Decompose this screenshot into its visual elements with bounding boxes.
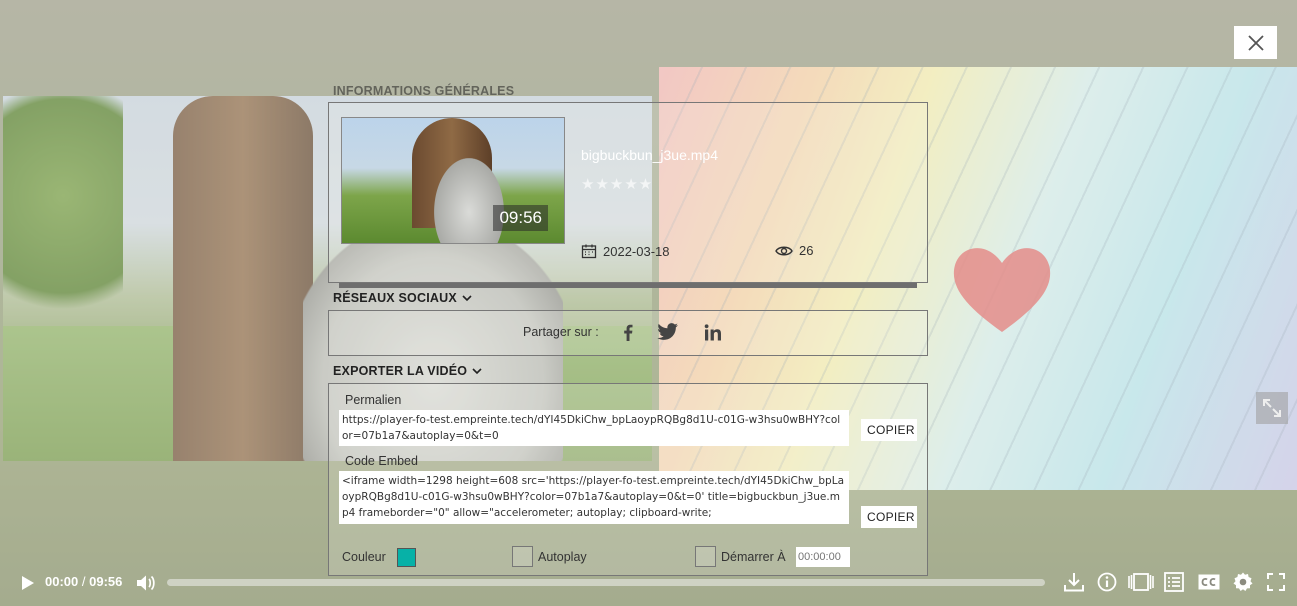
calendar-icon — [581, 244, 597, 259]
subtitles-icon — [1198, 574, 1220, 590]
twitter-icon — [657, 323, 678, 340]
permalink-label: Permalien — [345, 393, 402, 407]
settings-button[interactable] — [1231, 570, 1255, 594]
share-label: Partager sur : — [523, 325, 599, 339]
close-icon — [1247, 34, 1264, 51]
fullscreen-icon — [1267, 573, 1285, 591]
social-box: Partager sur : — [328, 310, 928, 356]
permalink-field[interactable]: https://player-fo-test.empreinte.tech/dY… — [339, 410, 849, 446]
export-box: Permalien https://player-fo-test.emprein… — [328, 383, 928, 576]
expand-icon — [1263, 399, 1281, 417]
views-meta: 26 — [775, 243, 813, 258]
facebook-icon — [624, 324, 633, 341]
info-icon — [1097, 572, 1117, 592]
chapters-button[interactable] — [1127, 570, 1155, 594]
total-time: 09:56 — [89, 574, 123, 589]
chevron-down-icon — [462, 294, 472, 301]
info-box: 09:56 bigbuckbun_j3ue.mp4 ★★★★★ 2022-03-… — [328, 102, 928, 288]
chapters-icon — [1128, 573, 1154, 591]
date-meta: 2022-03-18 — [581, 243, 670, 259]
social-section-title[interactable]: RÉSEAUX SOCIAUX — [333, 291, 472, 305]
play-button[interactable] — [18, 572, 38, 594]
export-section-title[interactable]: EXPORTER LA VIDÉO — [333, 364, 482, 378]
video-thumbnail[interactable]: 09:56 — [341, 117, 565, 244]
info-panel: INFORMATIONS GÉNÉRALES 09:56 bigbuckbun_… — [328, 82, 928, 576]
volume-button[interactable] — [135, 572, 157, 594]
duration-badge: 09:56 — [493, 205, 548, 231]
embed-code-field[interactable]: <iframe width=1298 height=608 src='https… — [339, 471, 849, 524]
close-button[interactable] — [1234, 26, 1277, 59]
info-section-title[interactable]: INFORMATIONS GÉNÉRALES — [333, 84, 514, 98]
download-icon — [1064, 573, 1084, 592]
copy-permalink-button[interactable]: COPIER — [861, 419, 917, 441]
current-time: 00:00 — [45, 574, 79, 589]
chevron-down-icon — [472, 367, 482, 374]
play-icon — [22, 576, 34, 590]
expand-button[interactable] — [1256, 392, 1288, 424]
linkedin-share-button[interactable] — [702, 321, 724, 343]
embed-label: Code Embed — [345, 454, 418, 468]
rating-progress-bar — [339, 283, 917, 288]
fullscreen-button[interactable] — [1265, 570, 1287, 594]
rating-stars[interactable]: ★★★★★ — [581, 175, 653, 193]
seek-bar[interactable] — [167, 579, 1045, 586]
playlist-icon — [1164, 572, 1184, 592]
twitter-share-button[interactable] — [657, 321, 679, 343]
video-filename: bigbuckbun_j3ue.mp4 — [581, 147, 718, 163]
eye-icon — [775, 246, 793, 255]
settings-icon — [1233, 572, 1253, 591]
linkedin-icon — [704, 323, 721, 340]
time-display: 00:00 / 09:56 — [45, 574, 122, 589]
info-button[interactable] — [1096, 570, 1118, 594]
subtitles-button[interactable] — [1197, 570, 1221, 594]
copy-embed-button[interactable]: COPIER — [861, 506, 917, 528]
player-controls: 00:00 / 09:56 — [0, 560, 1297, 606]
download-button[interactable] — [1063, 570, 1085, 594]
facebook-share-button[interactable] — [617, 321, 639, 343]
time-separator: / — [81, 574, 86, 589]
playlist-button[interactable] — [1162, 570, 1186, 594]
volume-icon — [137, 575, 155, 591]
